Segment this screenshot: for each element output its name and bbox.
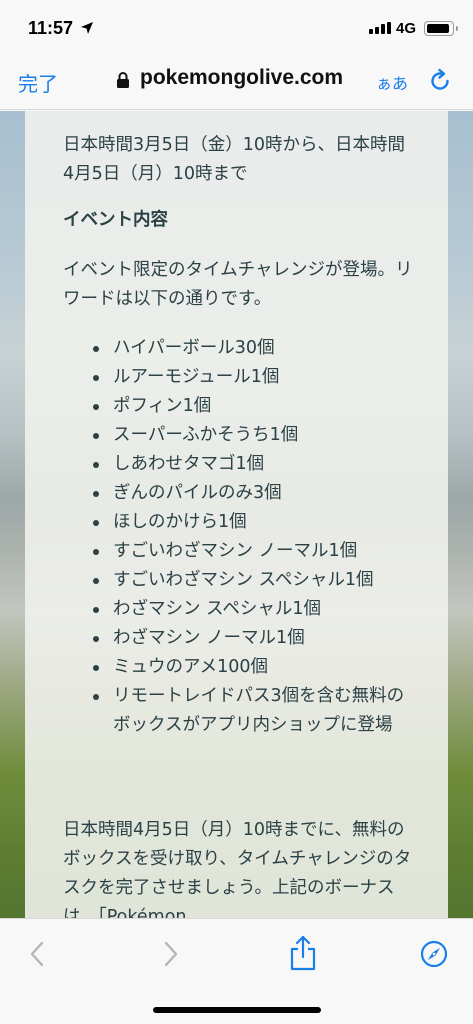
location-arrow-icon [81,22,93,34]
status-bar: 11:57 4G [0,0,473,58]
reward-list: ハイパーボール30個 ルアーモジュール1個 ポフィン1個 スーパーふかそうち1個… [93,334,413,740]
event-date-range: 日本時間3月5日（金）10時から、日本時間4月5日（月）10時まで [63,135,406,184]
done-button[interactable]: 完了 [18,68,58,97]
list-item: しあわせタマゴ1個 [93,450,413,479]
list-item: ルアーモジュール1個 [93,363,413,392]
list-item: ほしのかけら1個 [93,508,413,537]
reload-icon[interactable] [427,68,453,94]
back-chevron-icon[interactable] [28,941,46,967]
web-content[interactable]: 日本時間3月5日（金）10時から、日本時間4月5日（月）10時まで イベント内容… [0,111,473,918]
list-item: スーパーふかそうち1個 [93,421,413,450]
list-item: ミュウのアメ100個 [93,653,413,682]
list-item: ぎんのパイルのみ3個 [93,479,413,508]
share-icon[interactable] [288,935,318,971]
url-display[interactable]: pokemongolive.com [140,66,343,90]
forward-chevron-icon[interactable] [162,941,180,967]
list-item: ポフィン1個 [93,392,413,421]
intro-paragraph: イベント限定のタイムチャレンジが登場。リワードは以下の通りです。 [63,260,413,309]
list-item: リモートレイドパス3個を含む無料のボックスがアプリ内ショップに登場 [93,682,413,740]
lock-icon [117,72,129,88]
list-item: ハイパーボール30個 [93,334,413,363]
list-item: すごいわざマシン ノーマル1個 [93,537,413,566]
network-type-label: 4G [396,20,417,37]
home-indicator[interactable] [153,1007,321,1013]
list-item: わざマシン ノーマル1個 [93,624,413,653]
list-item: わざマシン スペシャル1個 [93,595,413,624]
list-item: すごいわざマシン スペシャル1個 [93,566,413,595]
outro-paragraph: 日本時間4月5日（月）10時までに、無料のボックスを受け取り、タイムチャレンジの… [63,820,412,918]
compass-icon[interactable] [420,940,448,968]
status-time: 11:57 [28,18,74,38]
battery-icon [424,21,458,36]
article-card: 日本時間3月5日（金）10時から、日本時間4月5日（月）10時まで イベント内容… [25,111,448,918]
address-bar: 完了 pokemongolive.com ぁあ [0,58,473,110]
text-size-button[interactable]: ぁあ [376,70,408,94]
section-heading: イベント内容 [63,210,168,230]
